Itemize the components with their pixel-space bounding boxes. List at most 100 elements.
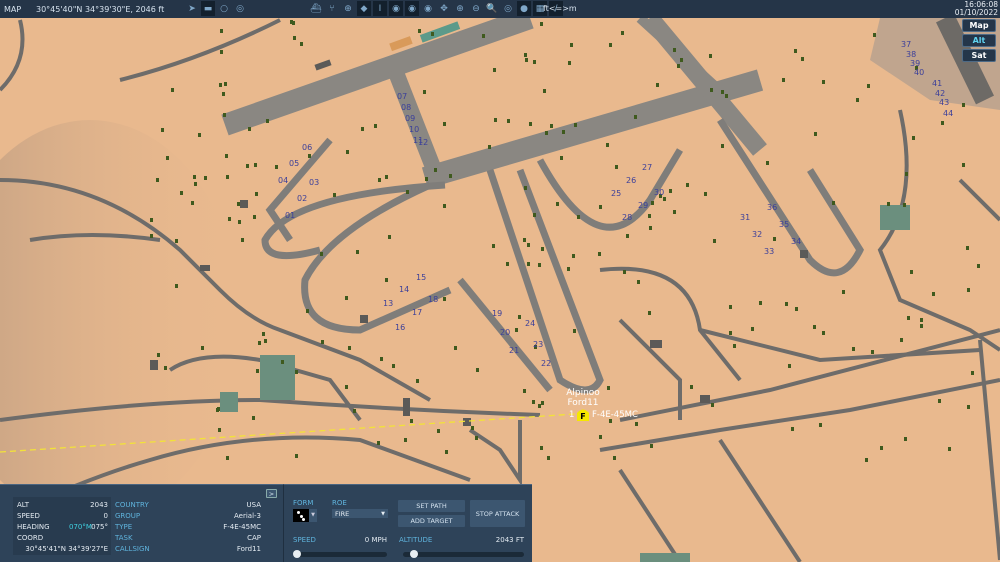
tree xyxy=(157,353,160,357)
network-icon[interactable]: ⑂ xyxy=(325,1,339,16)
tree xyxy=(527,262,530,266)
tree xyxy=(873,33,876,37)
tree xyxy=(962,163,965,167)
altitude-slider[interactable] xyxy=(403,550,524,558)
shelter-number: 25 xyxy=(611,189,621,198)
tree xyxy=(637,280,640,284)
chevron-down-icon: ▼ xyxy=(309,509,317,522)
radar-2-icon[interactable]: ◉ xyxy=(405,1,419,16)
tree xyxy=(977,264,980,268)
tree xyxy=(887,202,890,206)
navigate-icon[interactable]: ➤ xyxy=(185,1,199,16)
roe-select[interactable]: FIRE ▼ xyxy=(332,509,388,518)
signal-icon[interactable]: ◆ xyxy=(357,1,371,16)
tree xyxy=(651,201,654,205)
task-label: TASK xyxy=(115,534,133,542)
tree xyxy=(822,80,825,84)
country-label: COUNTRY xyxy=(115,501,149,509)
tree xyxy=(374,124,377,128)
shelter-number: 42 xyxy=(935,89,945,98)
tree xyxy=(686,183,689,187)
globe-icon[interactable]: ● xyxy=(517,1,531,16)
add-target-button[interactable]: ADD TARGET xyxy=(398,515,465,527)
units-toggle[interactable]: ft<=>m xyxy=(543,4,577,13)
radar-3-icon[interactable]: ◉ xyxy=(421,1,435,16)
tree xyxy=(759,301,762,305)
altitude-slider-handle[interactable] xyxy=(410,550,419,558)
tree xyxy=(248,127,251,131)
target-icon[interactable]: ⊕ xyxy=(341,1,355,16)
tree xyxy=(262,332,265,336)
tree xyxy=(507,119,510,123)
date: 01/10/2022 xyxy=(954,8,998,17)
alt-value: 2043 xyxy=(90,501,108,509)
tree xyxy=(161,128,164,132)
tree xyxy=(649,226,652,230)
zoom-in-icon[interactable]: ⊕ xyxy=(453,1,467,16)
expand-button[interactable]: > xyxy=(266,489,277,498)
tree xyxy=(300,42,303,46)
tree xyxy=(194,182,197,186)
speed-slider[interactable] xyxy=(293,550,387,558)
tree xyxy=(220,29,223,33)
tree xyxy=(404,438,407,442)
tree xyxy=(920,318,923,322)
group-value: Aerial-3 xyxy=(233,512,261,520)
layers-icon[interactable]: ◎ xyxy=(233,1,247,16)
shelter-number: 19 xyxy=(492,309,502,318)
tree xyxy=(904,437,907,441)
tree xyxy=(345,385,348,389)
shelter-number: 33 xyxy=(764,247,774,256)
tree xyxy=(607,386,610,390)
clock: 16:06:08 01/10/2022 xyxy=(955,1,998,17)
aircraft-unit[interactable]: Alpinoo Ford11 1 F F-4E-45MC xyxy=(566,388,638,421)
ship-icon[interactable]: ⛴ xyxy=(309,1,323,16)
tree xyxy=(556,202,559,206)
tower-icon[interactable]: I xyxy=(373,1,387,16)
tree xyxy=(814,132,817,136)
tree xyxy=(615,165,618,169)
shelter-number: 28 xyxy=(622,213,632,222)
move-icon[interactable]: ✥ xyxy=(437,1,451,16)
zoom-fit-icon[interactable]: 🔍 xyxy=(485,1,499,16)
heading-true: 075° xyxy=(91,523,108,531)
map-mode-alt[interactable]: Alt xyxy=(962,34,996,47)
map-mode-map[interactable]: Map xyxy=(962,19,996,32)
formation-select[interactable]: ▼ xyxy=(293,509,317,522)
shelter-number: 35 xyxy=(779,220,789,229)
tree xyxy=(568,61,571,65)
zoom-out-icon[interactable]: ⊖ xyxy=(469,1,483,16)
speed-slider-handle[interactable] xyxy=(293,550,301,558)
tree xyxy=(690,385,693,389)
tree xyxy=(725,94,728,98)
tree xyxy=(634,115,637,119)
tree xyxy=(223,113,226,117)
tree xyxy=(258,341,261,345)
task-value: CAP xyxy=(247,534,261,542)
callsign-value: Ford11 xyxy=(236,545,261,553)
stop-attack-button[interactable]: STOP ATTACK xyxy=(470,500,525,527)
toggle-icon[interactable]: ▬ xyxy=(201,1,215,16)
shelter-number: 22 xyxy=(541,359,551,368)
radar-1-icon[interactable]: ◉ xyxy=(389,1,403,16)
tree xyxy=(437,429,440,433)
tree xyxy=(346,150,349,154)
tree xyxy=(353,409,356,413)
altitude-label: ALTITUDE xyxy=(399,536,433,544)
tree xyxy=(570,43,573,47)
map-canvas[interactable]: 0102030405060708091011121314151617181920… xyxy=(0,0,1000,562)
tree xyxy=(204,176,207,180)
tree xyxy=(867,84,870,88)
tree xyxy=(541,401,544,405)
circle-icon[interactable]: ○ xyxy=(217,1,231,16)
coord-label: COORD xyxy=(17,534,44,542)
shelter-number: 26 xyxy=(626,176,636,185)
tree xyxy=(377,441,380,445)
threat-rings-icon[interactable]: ◎ xyxy=(501,1,515,16)
set-path-button[interactable]: SET PATH xyxy=(398,500,465,512)
tree xyxy=(842,290,845,294)
tree xyxy=(527,243,530,247)
tree xyxy=(967,288,970,292)
shelter-number: 37 xyxy=(901,40,911,49)
map-mode-sat[interactable]: Sat xyxy=(962,49,996,62)
